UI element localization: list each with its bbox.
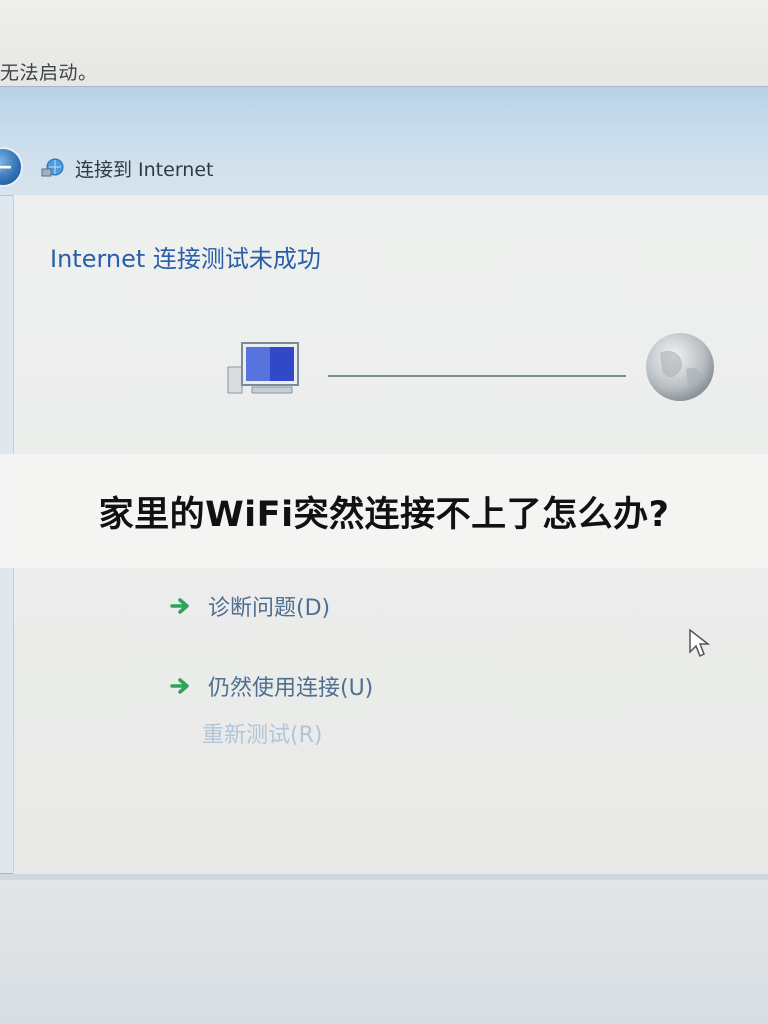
screen-bottom-area — [0, 880, 768, 1024]
retest-option[interactable]: 重新测试(R) — [202, 717, 322, 749]
use-connection-anyway-label: 仍然使用连接(U) — [208, 676, 374, 701]
diagnose-problem-option[interactable]: 诊断问题(D) — [170, 590, 330, 622]
nav-title: 连接到 Internet — [75, 159, 214, 181]
background-window-strip: 无法启动。 — [0, 0, 768, 90]
back-arrow-icon: ← — [0, 154, 13, 180]
mouse-cursor-icon — [689, 628, 710, 658]
back-button[interactable]: ← — [0, 147, 23, 187]
use-connection-anyway-option[interactable]: 仍然使用连接(U) — [170, 670, 373, 702]
navigation-bar: ← 连接到 Internet — [0, 139, 768, 195]
diagnose-problem-label: 诊断问题(D) — [208, 596, 331, 621]
computer-icon — [227, 342, 299, 394]
network-connection-icon — [41, 158, 64, 177]
window-title-frame: ← 连接到 Internet — [0, 87, 768, 196]
connection-line — [328, 375, 626, 377]
green-arrow-icon — [170, 598, 189, 614]
caption-text: 家里的WiFi突然连接不上了怎么办? — [98, 494, 670, 535]
green-arrow-icon — [170, 678, 189, 694]
caption-banner: 家里的WiFi突然连接不上了怎么办? — [0, 454, 768, 568]
page-title: Internet 连接测试未成功 — [50, 245, 321, 273]
internet-globe-icon — [646, 333, 714, 401]
background-status-text: 无法启动。 — [0, 62, 98, 84]
